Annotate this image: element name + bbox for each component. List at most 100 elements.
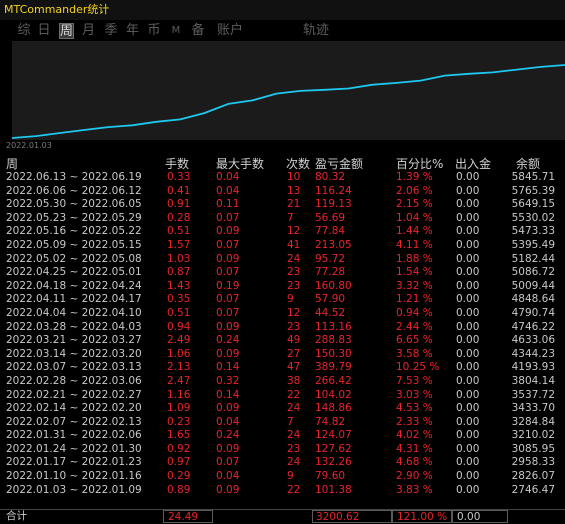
cell-week: 2022.02.28 ~ 2022.03.06: [6, 374, 142, 387]
table-row[interactable]: 2022.06.13 ~ 2022.06.19 0.33 0.04 10 80.32 1.…: [0, 171, 565, 185]
header-week[interactable]: 周: [6, 155, 18, 172]
tab-8[interactable]: 备: [190, 23, 206, 39]
cell-week: 2022.05.23 ~ 2022.05.29: [6, 211, 142, 224]
cell-count: 23: [287, 266, 301, 279]
cell-lots: 2.49: [167, 334, 191, 347]
cell-week: 2022.03.28 ~ 2022.04.03: [6, 320, 142, 333]
table-row[interactable]: 2022.01.31 ~ 2022.02.06 1.65 0.24 24 124.07 4…: [0, 429, 565, 443]
tab-9[interactable]: 账户: [216, 23, 244, 39]
table-row[interactable]: 2022.02.07 ~ 2022.02.13 0.23 0.04 7 74.82 2.3…: [0, 416, 565, 430]
table-row[interactable]: 2022.02.14 ~ 2022.02.20 1.09 0.09 24 148.86 4…: [0, 402, 565, 416]
cell-week: 2022.05.16 ~ 2022.05.22: [6, 225, 142, 238]
balance-point: [155, 121, 157, 123]
cell-pct: 1.04 %: [396, 211, 433, 224]
cell-week: 2022.03.14 ~ 2022.03.20: [6, 347, 142, 360]
cell-count: 22: [287, 388, 301, 401]
table-row[interactable]: 2022.05.23 ~ 2022.05.29 0.28 0.07 7 56.69 1.0…: [0, 212, 565, 226]
cell-lots: 0.89: [167, 483, 191, 496]
tab-7[interactable]: M: [171, 23, 181, 39]
table-row[interactable]: 2022.05.09 ~ 2022.05.15 1.57 0.07 41 213.05 4…: [0, 239, 565, 253]
cell-week: 2022.03.07 ~ 2022.03.13: [6, 361, 142, 374]
balance-point: [251, 99, 253, 101]
table-row[interactable]: 2022.04.18 ~ 2022.04.24 1.43 0.19 23 160.80 3…: [0, 280, 565, 294]
cell-dep: 0.00: [456, 225, 480, 238]
tab-1[interactable]: 日: [37, 23, 51, 39]
header-max-lots[interactable]: 最大手数: [216, 155, 264, 172]
tab-0[interactable]: 综: [16, 23, 32, 39]
total-deposit: 0.00: [452, 510, 508, 523]
cell-pct: 7.53 %: [396, 374, 433, 387]
table-row[interactable]: 2022.05.30 ~ 2022.06.05 0.91 0.11 21 119.13 2…: [0, 198, 565, 212]
cell-count: 27: [287, 347, 301, 360]
cell-dep: 0.00: [456, 211, 480, 224]
cell-pl: 77.28: [315, 266, 346, 279]
table-row[interactable]: 2022.01.10 ~ 2022.01.16 0.29 0.04 9 79.60 2.9…: [0, 470, 565, 484]
tab-3[interactable]: 月: [82, 23, 95, 39]
table-row[interactable]: 2022.05.16 ~ 2022.05.22 0.51 0.09 12 77.84 1.…: [0, 225, 565, 239]
cell-pl: 148.86: [315, 402, 352, 415]
table-row[interactable]: 2022.03.21 ~ 2022.03.27 2.49 0.24 49 288.83 6…: [0, 334, 565, 348]
table-row[interactable]: 2022.01.24 ~ 2022.01.30 0.92 0.09 23 127.62 4…: [0, 443, 565, 457]
header-deposit[interactable]: 出入金: [455, 155, 491, 172]
table-row[interactable]: 2022.03.14 ~ 2022.03.20 1.06 0.09 27 150.30 3…: [0, 348, 565, 362]
balance-point: [35, 135, 37, 137]
table-row[interactable]: 2022.03.28 ~ 2022.04.03 0.94 0.09 23 113.16 2…: [0, 321, 565, 335]
cell-bal: 4193.93: [511, 361, 555, 374]
cell-dep: 0.00: [456, 252, 480, 265]
balance-point: [540, 66, 542, 68]
cell-max: 0.04: [216, 415, 240, 428]
table-row[interactable]: 2022.05.02 ~ 2022.05.08 1.03 0.09 24 95.72 1.…: [0, 253, 565, 267]
total-row: 合计 24.49 3200.62 121.00 % 0.00: [0, 509, 565, 523]
cell-lots: 1.16: [167, 388, 191, 401]
tab-2[interactable]: 周: [59, 23, 74, 39]
tab-5[interactable]: 年: [125, 23, 140, 39]
cell-max: 0.24: [216, 334, 240, 347]
balance-point: [516, 69, 518, 71]
cell-dep: 0.00: [456, 388, 480, 401]
table-row[interactable]: 2022.03.07 ~ 2022.03.13 2.13 0.14 47 389.79 1…: [0, 361, 565, 375]
cell-pct: 1.39 %: [396, 171, 433, 183]
header-count[interactable]: 次数: [286, 155, 310, 172]
balance-point: [59, 132, 61, 134]
cell-pl: 266.42: [315, 374, 352, 387]
cell-pl: 389.79: [315, 361, 352, 374]
cell-week: 2022.04.04 ~ 2022.04.10: [6, 306, 142, 319]
table-row[interactable]: 2022.06.06 ~ 2022.06.12 0.41 0.04 13 116.24 2…: [0, 185, 565, 199]
cell-pl: 124.07: [315, 429, 352, 442]
header-lots[interactable]: 手数: [165, 155, 189, 172]
table-row[interactable]: 2022.04.04 ~ 2022.04.10 0.51 0.07 12 44.52 0.…: [0, 307, 565, 321]
cell-dep: 0.00: [456, 442, 480, 455]
cell-max: 0.09: [216, 347, 240, 360]
table-row[interactable]: 2022.01.03 ~ 2022.01.09 0.89 0.09 22 101.38 3…: [0, 484, 565, 498]
cell-bal: 5009.44: [511, 279, 555, 292]
table-row[interactable]: 2022.02.21 ~ 2022.02.27 1.16 0.14 22 104.02 3…: [0, 389, 565, 403]
header-pct[interactable]: 百分比%: [396, 155, 443, 172]
balance-point: [324, 89, 326, 91]
header-balance[interactable]: 余额: [516, 155, 540, 172]
table-row[interactable]: 2022.01.17 ~ 2022.01.23 0.97 0.07 24 132.26 4…: [0, 456, 565, 470]
cell-dep: 0.00: [456, 361, 480, 374]
cell-count: 23: [287, 320, 301, 333]
cell-lots: 0.41: [167, 184, 191, 197]
cell-dep: 0.00: [456, 320, 480, 333]
tab-10[interactable]: 轨迹: [302, 23, 330, 39]
cell-week: 2022.01.31 ~ 2022.02.06: [6, 429, 142, 442]
tab-6[interactable]: 币: [147, 23, 161, 39]
tab-4[interactable]: 季: [104, 23, 118, 39]
cell-lots: 0.94: [167, 320, 191, 333]
cell-pl: 80.32: [315, 171, 346, 183]
table-row[interactable]: 2022.02.28 ~ 2022.03.06 2.47 0.32 38 266.42 7…: [0, 375, 565, 389]
balance-point: [299, 90, 302, 92]
cell-week: 2022.04.11 ~ 2022.04.17: [6, 293, 142, 306]
cell-dep: 0.00: [456, 279, 480, 292]
cell-count: 41: [287, 238, 301, 251]
header-pl[interactable]: 盈亏金额: [315, 155, 363, 172]
cell-max: 0.14: [216, 361, 240, 374]
cell-count: 23: [287, 442, 301, 455]
cell-bal: 5845.71: [511, 171, 555, 183]
table-row[interactable]: 2022.04.11 ~ 2022.04.17 0.35 0.07 9 57.90 1.2…: [0, 293, 565, 307]
cell-max: 0.09: [216, 442, 240, 455]
cell-max: 0.24: [216, 429, 240, 442]
balance-point: [203, 112, 205, 114]
table-row[interactable]: 2022.04.25 ~ 2022.05.01 0.87 0.07 23 77.28 1.…: [0, 266, 565, 280]
